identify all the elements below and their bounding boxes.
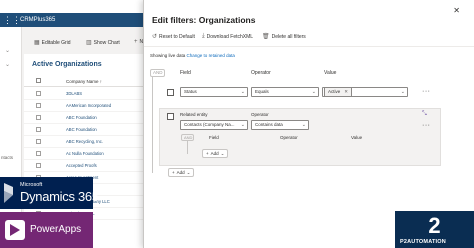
dynamics-logo-icon — [4, 183, 13, 203]
download-icon: ⤓ — [202, 33, 205, 39]
operator-column-header: Operator — [251, 70, 271, 76]
command-bar: ▦ Editable Grid ▥ Show Chart + N — [22, 36, 150, 48]
chevron-down-icon[interactable]: ⌄ — [5, 61, 10, 68]
grid-header: Company Name ↑ — [24, 76, 150, 87]
dialog-title: Edit filters: Organizations — [152, 15, 256, 25]
condition-checkbox[interactable] — [167, 89, 174, 96]
divider — [144, 46, 474, 47]
inner-add-button[interactable]: + Add ⌄ — [202, 149, 229, 158]
chevron-down-icon: ⌄ — [240, 122, 245, 128]
field-column-header: Field — [180, 70, 191, 76]
related-entity-dropdown[interactable]: Contacts (Company Na... ⌄ — [180, 120, 248, 130]
close-icon[interactable]: ✕ — [453, 6, 460, 15]
table-row[interactable]: Accepted Proofs — [24, 160, 150, 172]
inner-value-column-header: Value — [351, 135, 363, 140]
inner-field-column-header: Field — [209, 135, 219, 140]
inner-group-connector — [187, 141, 188, 154]
row-checkbox[interactable] — [36, 103, 41, 108]
related-operator-dropdown[interactable]: Contains data ⌄ — [251, 120, 309, 130]
row-checkbox[interactable] — [36, 151, 41, 156]
row-checkbox[interactable] — [36, 115, 41, 120]
delete-icon: 🗑 — [262, 34, 270, 40]
chevron-down-icon[interactable]: ⌄ — [5, 47, 10, 54]
p2automation-badge: 2 P2AUTOMATION — [395, 211, 474, 248]
value-column-header: Value — [324, 70, 337, 76]
operator-dropdown[interactable]: Equals ⌄ — [251, 87, 319, 97]
inner-operator-column-header: Operator — [280, 135, 298, 140]
row-checkbox[interactable] — [36, 127, 41, 132]
group-operator-select[interactable]: AND — [150, 69, 165, 77]
table-row[interactable]: ABC Foundation — [24, 124, 150, 136]
svg-text:2: 2 — [428, 214, 440, 236]
company-name-link[interactable]: AAMerican Incorporated — [66, 103, 111, 108]
microsoft-label: Microsoft — [20, 182, 43, 188]
chevron-down-icon: ⌄ — [301, 122, 306, 128]
chevron-down-icon: ⌄ — [311, 89, 316, 95]
company-name-link[interactable]: 3DLABS — [66, 91, 82, 96]
download-fetchxml-button[interactable]: ⤓ Download FetchXML — [202, 33, 253, 40]
table-row[interactable]: Ac Nulla Foundation — [24, 148, 150, 160]
table-row[interactable]: AAMerican Incorporated — [24, 100, 150, 112]
add-button[interactable]: + Add ⌄ — [168, 168, 195, 177]
column-header-company-name[interactable]: Company Name ↑ — [66, 79, 102, 84]
table-row[interactable]: ABC Foundation — [24, 112, 150, 124]
table-row[interactable]: ABC Recycling, Inc. — [24, 136, 150, 148]
related-entity-checkbox[interactable] — [167, 113, 174, 120]
row-checkbox[interactable] — [36, 91, 41, 96]
more-options-icon[interactable]: ··· — [422, 122, 431, 129]
show-chart-button[interactable]: ▥ Show Chart — [86, 39, 120, 47]
value-tag[interactable]: Active ✕ — [324, 87, 353, 97]
row-checkbox[interactable] — [36, 163, 41, 168]
inner-group-operator-select[interactable]: AND — [181, 134, 194, 141]
group-connector — [152, 77, 153, 173]
related-operator-label: Operator — [251, 112, 269, 117]
company-name-link[interactable]: Accepted Proofs — [66, 163, 97, 168]
change-data-link[interactable]: Change to retained data — [187, 53, 235, 58]
company-name-link[interactable]: ABC Recycling, Inc. — [66, 139, 103, 144]
data-source-notice: Showing live data Change to retained dat… — [150, 53, 235, 58]
dynamics-365-badge: Microsoft Dynamics 365 — [0, 177, 99, 209]
more-options-icon[interactable]: ··· — [422, 88, 431, 95]
new-button[interactable]: + N — [134, 39, 143, 45]
delete-all-filters-button[interactable]: 🗑 Delete all filters — [262, 33, 306, 41]
nav-item-contacts[interactable]: ntacts — [1, 155, 13, 160]
row-checkbox[interactable] — [36, 139, 41, 144]
chart-icon: ▥ — [86, 40, 92, 46]
grid-icon: ▦ — [34, 40, 40, 46]
waffle-icon[interactable]: ⋮⋮ — [3, 15, 21, 25]
p2-logo-icon: 2 — [428, 214, 440, 236]
app-name[interactable]: CRMPlus365 — [20, 15, 55, 25]
company-name-link[interactable]: Ac Nulla Foundation — [66, 151, 104, 156]
plus-icon: + — [134, 39, 138, 45]
dynamics-365-label: Dynamics 365 — [20, 189, 99, 204]
p2automation-label: P2AUTOMATION — [400, 239, 446, 245]
chevron-down-icon: ⌄ — [220, 151, 225, 156]
app-header: ⋮⋮ CRMPlus365 — [0, 13, 150, 27]
powerapps-label: PowerApps — [30, 224, 82, 235]
remove-tag-icon[interactable]: ✕ — [344, 88, 348, 96]
powerapps-badge: PowerApps — [0, 212, 93, 248]
field-dropdown[interactable]: Status ⌄ — [180, 87, 248, 97]
chevron-down-icon: ⌄ — [400, 89, 405, 95]
plus-icon: + — [172, 170, 175, 175]
related-entity-label: Related entity — [180, 112, 208, 117]
plus-icon: + — [206, 151, 209, 156]
table-row[interactable]: 3DLABS — [24, 88, 150, 100]
view-title[interactable]: Active Organizations — [32, 61, 102, 68]
reset-icon: ↺ — [152, 34, 158, 40]
chevron-down-icon: ⌄ — [240, 89, 245, 95]
company-name-link[interactable]: ABC Foundation — [66, 127, 97, 132]
powerapps-logo-icon — [5, 220, 25, 240]
chevron-down-icon: ⌄ — [186, 170, 191, 175]
editable-grid-button[interactable]: ▦ Editable Grid — [34, 39, 71, 47]
collapse-icon[interactable]: ⤡ — [422, 111, 427, 118]
reset-to-default-button[interactable]: ↺ Reset to Default — [152, 33, 195, 41]
company-name-link[interactable]: ABC Foundation — [66, 115, 97, 120]
select-all-checkbox[interactable] — [36, 78, 41, 83]
